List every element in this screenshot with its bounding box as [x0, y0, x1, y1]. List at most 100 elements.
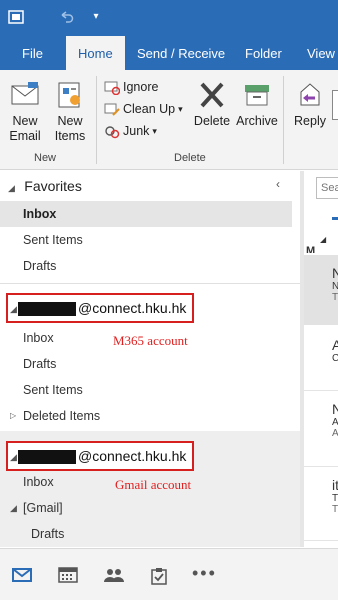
reply-icon [300, 83, 320, 106]
message-subject: A [332, 417, 338, 428]
favorites-title: Favorites [24, 178, 82, 194]
message-preview: T [332, 292, 338, 303]
message-item[interactable]: N N T [304, 255, 338, 325]
folder-label: Drafts [31, 527, 65, 541]
delete-button[interactable]: Delete [191, 80, 233, 129]
collapse-triangle-icon[interactable]: ◢ [10, 452, 17, 463]
ignore-icon [104, 81, 120, 95]
folder-pane: ◢ Favorites ‹ Inbox Sent Items Drafts ◢ … [0, 171, 300, 547]
message-sender: G [332, 545, 338, 547]
divider [0, 283, 300, 284]
message-item[interactable]: it T T [304, 471, 338, 541]
calendar-icon[interactable] [58, 567, 80, 585]
message-sender: N [332, 265, 338, 281]
folder-label: [Gmail] [23, 501, 63, 515]
account-header-gmail[interactable]: ◢ @connect.hku.hk [6, 441, 194, 471]
archive-button[interactable]: Archive [235, 80, 279, 129]
folder-label: Deleted Items [23, 409, 101, 423]
folder-label: Inbox [23, 475, 54, 489]
junk-icon [105, 126, 120, 139]
bottom-navigation: ••• [0, 548, 338, 600]
message-sender: it [332, 477, 338, 493]
tab-file[interactable]: File [10, 36, 55, 70]
collapse-triangle-icon[interactable]: ◢ [320, 235, 326, 244]
people-icon[interactable] [103, 567, 125, 585]
new-items-label: New Items [54, 114, 86, 143]
delete-icon [200, 82, 224, 108]
folder-label: Inbox [23, 331, 54, 345]
message-preview: T [332, 504, 338, 515]
clean-up-icon [104, 103, 120, 116]
message-preview: A [332, 428, 338, 439]
search-input[interactable]: Sear [316, 177, 338, 199]
folder-label: Drafts [23, 357, 57, 371]
new-email-button[interactable]: New Email [6, 80, 44, 144]
undo-icon[interactable] [58, 9, 74, 25]
ribbon-separator [96, 76, 97, 164]
message-subject: T [332, 493, 338, 504]
junk-dropdown-icon[interactable]: ▾ [152, 126, 157, 137]
group-header-label: M [306, 245, 316, 253]
folder-drafts[interactable]: Drafts [0, 351, 292, 377]
folder-deleted-items[interactable]: ▷ Deleted Items [0, 403, 292, 429]
message-item[interactable]: G Y [304, 543, 338, 547]
redacted-username [18, 450, 76, 464]
favorites-item-inbox[interactable]: Inbox [0, 201, 292, 227]
account-header-m365[interactable]: ◢ @connect.hku.hk [6, 293, 194, 323]
folder-drafts[interactable]: Drafts [0, 521, 292, 547]
favorites-item-label: Drafts [23, 259, 57, 273]
message-sender: N [332, 401, 338, 417]
clean-up-label: Clean Up [123, 102, 176, 116]
tab-view[interactable]: View [295, 36, 338, 70]
folder-sent-items[interactable]: Sent Items [0, 377, 292, 403]
folder-gmail[interactable]: ◢ [Gmail] [0, 495, 292, 521]
tasks-icon[interactable] [150, 567, 172, 585]
account-domain: @connect.hku.hk [78, 300, 187, 316]
new-items-icon [58, 82, 80, 108]
tab-send-receive[interactable]: Send / Receive [125, 36, 237, 70]
ignore-label: Ignore [123, 80, 159, 94]
clean-up-dropdown-icon[interactable]: ▾ [178, 104, 183, 115]
annotation-m365: M365 account [113, 333, 188, 348]
group-new-label: New [34, 152, 57, 164]
new-email-icon [11, 82, 39, 105]
clean-up-button[interactable]: Clean Up ▾ [104, 100, 183, 118]
favorites-header[interactable]: ◢ Favorites [8, 175, 82, 197]
collapse-triangle-icon[interactable]: ◢ [8, 183, 15, 193]
collapse-triangle-icon[interactable]: ◢ [10, 304, 17, 315]
tab-home[interactable]: Home [66, 36, 125, 70]
favorites-item-sent[interactable]: Sent Items [0, 227, 292, 253]
junk-button[interactable]: Junk ▾ [104, 122, 157, 140]
new-items-button[interactable]: New Items [48, 80, 92, 144]
ribbon: New Email New Items New Ignore Clean Up … [0, 70, 338, 170]
message-item[interactable]: A C [304, 331, 338, 391]
mail-icon[interactable] [12, 567, 34, 585]
more-options-icon[interactable]: ••• [192, 563, 215, 583]
redacted-username [18, 302, 76, 316]
new-email-label: New Email [9, 114, 41, 143]
reply-button[interactable]: Reply [290, 80, 330, 129]
favorites-item-drafts[interactable]: Drafts [0, 253, 292, 279]
message-subject: C [332, 353, 338, 364]
message-subject: N [332, 281, 338, 292]
delete-label: Delete [193, 114, 231, 128]
quick-access-dropdown-icon[interactable]: ▾ [88, 9, 104, 25]
title-bar: ▾ [0, 0, 338, 36]
account-domain: @connect.hku.hk [78, 448, 187, 464]
tab-folder[interactable]: Folder [233, 36, 294, 70]
annotation-gmail: Gmail account [115, 477, 192, 492]
collapse-triangle-icon[interactable]: ◢ [10, 495, 17, 521]
archive-label: Archive [236, 114, 278, 128]
message-group-header[interactable]: ◢ M [304, 233, 338, 253]
message-list: Sear ◢ M N N T A C N A A it T T G Y [304, 171, 338, 547]
ribbon-overflow-indicator [332, 90, 338, 120]
expand-triangle-icon[interactable]: ▷ [10, 403, 16, 429]
message-item[interactable]: N A A [304, 395, 338, 467]
app-icon[interactable] [8, 9, 24, 25]
group-delete-label: Delete [174, 152, 206, 164]
ignore-button[interactable]: Ignore [104, 78, 158, 96]
favorites-item-label: Sent Items [23, 233, 83, 247]
folder-label: Sent Items [23, 383, 83, 397]
archive-icon [245, 85, 269, 106]
pane-collapse-icon[interactable]: ‹ [276, 177, 280, 191]
